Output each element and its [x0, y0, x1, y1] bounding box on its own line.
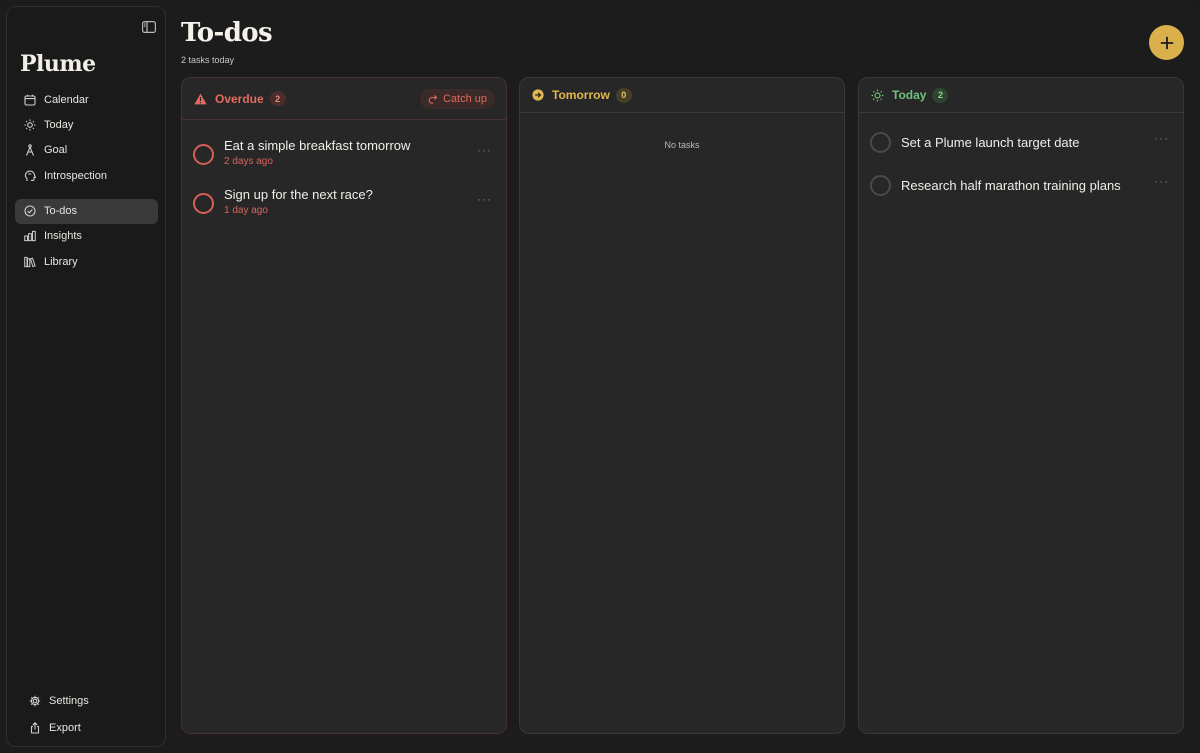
count-badge: 2 — [269, 91, 286, 106]
sidebar-item-label: Library — [44, 255, 78, 268]
sidebar-toggle-icon[interactable] — [141, 20, 157, 34]
sun-icon — [24, 119, 36, 131]
more-icon[interactable]: ··· — [477, 143, 492, 157]
sidebar-item-label: To-dos — [44, 205, 78, 218]
sidebar-item-insights[interactable]: Insights — [15, 224, 158, 249]
task-due: 1 day ago — [224, 205, 268, 216]
column-title: Tomorrow — [552, 88, 610, 102]
app-window: Plume Calendar Today Goal Introspection … — [0, 0, 1200, 753]
sidebar-item-label: Export — [49, 721, 81, 734]
sidebar-item-today[interactable]: Today — [15, 112, 158, 137]
task-title: Research half marathon training plans — [901, 178, 1121, 193]
sun-icon — [871, 89, 884, 102]
page-title: To-dos — [181, 18, 273, 48]
sidebar-item-label: Calendar — [44, 93, 89, 106]
catch-up-label: Catch up — [442, 93, 487, 105]
more-icon[interactable]: ··· — [1154, 131, 1169, 145]
more-icon[interactable]: ··· — [1154, 174, 1169, 188]
bar-chart-icon — [24, 230, 36, 242]
sidebar-item-label: Introspection — [44, 169, 107, 182]
goal-icon — [24, 144, 36, 156]
count-badge: 2 — [932, 87, 949, 103]
task-item[interactable]: Sign up for the next race? 1 day ago ··· — [182, 182, 506, 231]
sidebar-item-label: Settings — [49, 694, 89, 707]
warning-icon — [194, 93, 207, 105]
check-circle-icon — [24, 205, 36, 217]
column-header: Tomorrow 0 — [520, 78, 844, 113]
task-title: Set a Plume launch target date — [901, 135, 1080, 150]
sidebar-item-introspection[interactable]: Introspection — [15, 163, 158, 188]
sidebar-item-goal[interactable]: Goal — [15, 138, 158, 163]
gear-icon — [29, 695, 41, 707]
task-item[interactable]: Set a Plume launch target date ··· — [859, 125, 1183, 168]
plus-icon — [1160, 36, 1173, 49]
redo-icon — [428, 94, 438, 104]
sidebar-item-export[interactable]: Export — [21, 714, 161, 741]
column-tomorrow: Tomorrow 0 No tasks — [519, 77, 845, 734]
library-icon — [24, 256, 36, 268]
empty-state: No tasks — [664, 140, 700, 150]
column-header: Today 2 — [859, 78, 1183, 113]
task-due: 2 days ago — [224, 156, 273, 167]
task-checkbox[interactable] — [870, 175, 891, 196]
sidebar-item-label: Insights — [44, 230, 82, 243]
export-icon — [29, 721, 41, 734]
task-checkbox[interactable] — [193, 144, 214, 165]
task-checkbox[interactable] — [870, 132, 891, 153]
count-badge: 0 — [615, 87, 632, 103]
sidebar-item-todos[interactable]: To-dos — [15, 198, 158, 224]
task-list: Set a Plume launch target date ··· Resea… — [859, 113, 1183, 211]
sidebar-footer: Settings Export — [21, 687, 161, 742]
task-item[interactable]: Research half marathon training plans ··… — [859, 168, 1183, 211]
head-icon — [24, 170, 36, 182]
app-logo: Plume — [20, 51, 96, 77]
task-title: Eat a simple breakfast tomorrow — [224, 138, 411, 153]
sidebar-item-label: Goal — [44, 144, 68, 157]
catch-up-button[interactable]: Catch up — [419, 89, 495, 109]
task-item[interactable]: Eat a simple breakfast tomorrow 2 days a… — [182, 133, 506, 182]
sidebar: Plume Calendar Today Goal Introspection … — [6, 6, 166, 747]
task-list: Eat a simple breakfast tomorrow 2 days a… — [182, 120, 506, 231]
task-title: Sign up for the next race? — [224, 187, 373, 202]
add-task-button[interactable] — [1149, 25, 1184, 60]
more-icon[interactable]: ··· — [477, 192, 492, 206]
calendar-icon — [24, 94, 36, 106]
column-today: Today 2 Set a Plume launch target date ·… — [858, 77, 1184, 734]
column-overdue: Overdue 2 Catch up Eat a simple breakfas… — [181, 77, 507, 734]
sidebar-item-settings[interactable]: Settings — [21, 687, 161, 714]
column-header: Overdue 2 Catch up — [182, 78, 506, 120]
column-title: Overdue — [215, 91, 264, 106]
arrow-right-circle-icon — [532, 89, 544, 101]
page-subtitle: 2 tasks today — [181, 55, 235, 65]
column-title: Today — [892, 88, 927, 102]
sidebar-item-label: Today — [44, 118, 74, 131]
sidebar-item-calendar[interactable]: Calendar — [15, 87, 158, 112]
sidebar-nav: Calendar Today Goal Introspection To-dos… — [15, 87, 158, 275]
task-checkbox[interactable] — [193, 193, 214, 214]
sidebar-item-library[interactable]: Library — [15, 249, 158, 274]
